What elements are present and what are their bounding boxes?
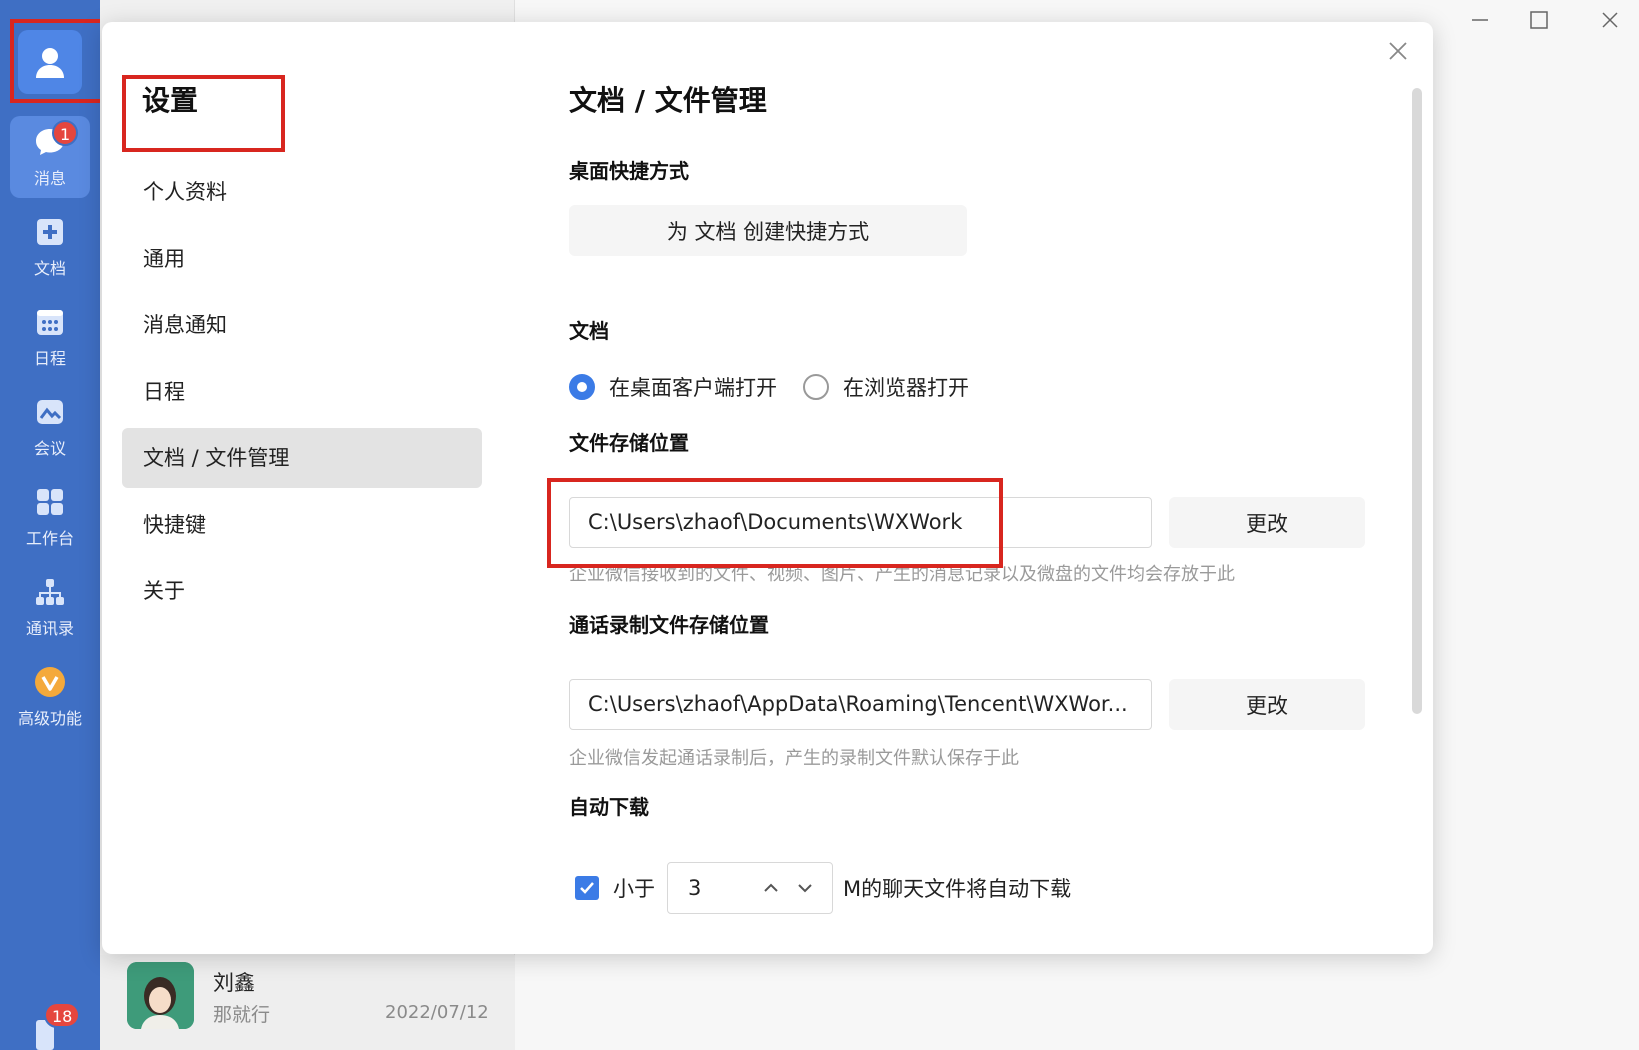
- rail-item-calendar[interactable]: 日程: [10, 296, 90, 378]
- menu-item-file-management[interactable]: 文档 / 文件管理: [122, 428, 482, 488]
- settings-menu: 个人资料 通用 消息通知 日程 文档 / 文件管理 快捷键 关于: [122, 162, 482, 628]
- storage-hint: 企业微信接收到的文件、视频、图片、产生的消息记录以及微盘的文件均会存放于此: [569, 564, 1235, 585]
- doc-open-options: 在桌面客户端打开 在浏览器打开: [569, 372, 969, 402]
- call-storage-path-field[interactable]: C:\Users\zhaof\AppData\Roaming\Tencent\W…: [569, 679, 1152, 730]
- auto-download-prefix: 小于: [613, 877, 655, 901]
- radio-desktop-client[interactable]: [569, 374, 595, 400]
- rail-item-workbench[interactable]: 工作台: [10, 476, 90, 558]
- rail-item-docs[interactable]: 文档: [10, 206, 90, 288]
- auto-download-checkbox[interactable]: [575, 876, 599, 900]
- rail-label: 会议: [33, 439, 66, 458]
- maximize-button[interactable]: [1519, 6, 1559, 34]
- contacts-icon: [33, 575, 67, 609]
- close-icon: [1389, 42, 1407, 60]
- rail-item-premium[interactable]: 高级功能: [10, 656, 90, 738]
- menu-item-about[interactable]: 关于: [122, 561, 482, 621]
- settings-dialog: 设置 个人资料 通用 消息通知 日程 文档 / 文件管理 快捷键 关于 文档 /…: [102, 22, 1433, 954]
- settings-title: 设置: [142, 84, 199, 117]
- bottom-badge: 18: [44, 1002, 81, 1028]
- rail-label: 工作台: [25, 529, 74, 548]
- user-icon: [36, 48, 64, 78]
- contact-avatar: [127, 962, 194, 1029]
- message-date: 2022/07/12: [385, 1002, 489, 1023]
- window-close-button[interactable]: [1590, 6, 1630, 34]
- section-heading: 通话录制文件存储位置: [569, 613, 769, 637]
- radio-browser[interactable]: [803, 374, 829, 400]
- size-value[interactable]: 3: [688, 876, 701, 900]
- menu-item-shortcuts[interactable]: 快捷键: [122, 495, 482, 555]
- rail-label: 通讯录: [25, 619, 74, 638]
- size-stepper[interactable]: 3: [667, 862, 833, 914]
- section-heading: 自动下载: [569, 795, 649, 819]
- section-heading: 文件存储位置: [569, 431, 689, 455]
- minimize-button[interactable]: [1460, 6, 1500, 34]
- rail-bottom-item[interactable]: 18: [34, 1002, 81, 1050]
- radio-label: 在桌面客户端打开: [609, 376, 777, 400]
- scrollbar[interactable]: [1412, 88, 1422, 714]
- dialog-close-button[interactable]: [1381, 34, 1415, 68]
- settings-content: 文档 / 文件管理 桌面快捷方式 为 文档 创建快捷方式 文档 在桌面客户端打开…: [569, 22, 1369, 954]
- rail-label: 日程: [33, 349, 66, 368]
- document-icon: [33, 215, 67, 249]
- rail-item-contacts[interactable]: 通讯录: [10, 566, 90, 648]
- minimize-icon: [1472, 19, 1488, 21]
- profile-avatar-button[interactable]: [18, 30, 82, 94]
- auto-download-row: 小于 3 M的聊天文件将自动下载: [569, 862, 1071, 914]
- contact-name: 刘鑫: [213, 971, 255, 995]
- workbench-icon: [33, 485, 67, 519]
- call-storage-hint: 企业微信发起通话录制后，产生的录制文件默认保存于此: [569, 748, 1019, 769]
- chevron-up-icon: [764, 883, 778, 892]
- close-icon: [1602, 12, 1618, 28]
- change-call-storage-button[interactable]: 更改: [1169, 679, 1365, 730]
- meeting-icon: [33, 395, 67, 429]
- section-heading: 文档: [569, 319, 609, 343]
- menu-item-general[interactable]: 通用: [122, 229, 482, 289]
- maximize-icon: [1530, 11, 1548, 29]
- radio-label: 在浏览器打开: [843, 376, 969, 400]
- rail-label: 文档: [33, 259, 66, 278]
- menu-item-schedule[interactable]: 日程: [122, 362, 482, 422]
- calendar-icon: [33, 305, 67, 339]
- section-heading: 桌面快捷方式: [569, 159, 689, 183]
- stepper-down-button[interactable]: [794, 877, 816, 899]
- checkmark-icon: [580, 882, 594, 894]
- auto-download-suffix: M的聊天文件将自动下载: [843, 877, 1072, 901]
- page-title: 文档 / 文件管理: [569, 84, 767, 117]
- nav-rail: 消息 1 文档 日程 会议 工作台 通讯录 高级功能 18: [0, 0, 100, 1050]
- chat-list-item[interactable]: 刘鑫 那就行 2022/07/12: [100, 955, 515, 1050]
- chevron-down-icon: [798, 884, 812, 893]
- create-shortcut-button[interactable]: 为 文档 创建快捷方式: [569, 205, 967, 256]
- last-message: 那就行: [213, 1004, 271, 1026]
- rail-item-messages[interactable]: 消息 1: [10, 116, 90, 198]
- stepper-up-button[interactable]: [760, 877, 782, 899]
- rail-item-meeting[interactable]: 会议: [10, 386, 90, 468]
- change-storage-button[interactable]: 更改: [1169, 497, 1365, 548]
- premium-icon: [33, 665, 67, 699]
- rail-label: 消息: [33, 169, 66, 188]
- unread-badge: 1: [52, 120, 79, 146]
- file-storage-path-field[interactable]: C:\Users\zhaof\Documents\WXWork: [569, 497, 1152, 548]
- menu-item-profile[interactable]: 个人资料: [122, 162, 482, 222]
- rail-label: 高级功能: [17, 709, 82, 728]
- menu-item-notifications[interactable]: 消息通知: [122, 295, 482, 355]
